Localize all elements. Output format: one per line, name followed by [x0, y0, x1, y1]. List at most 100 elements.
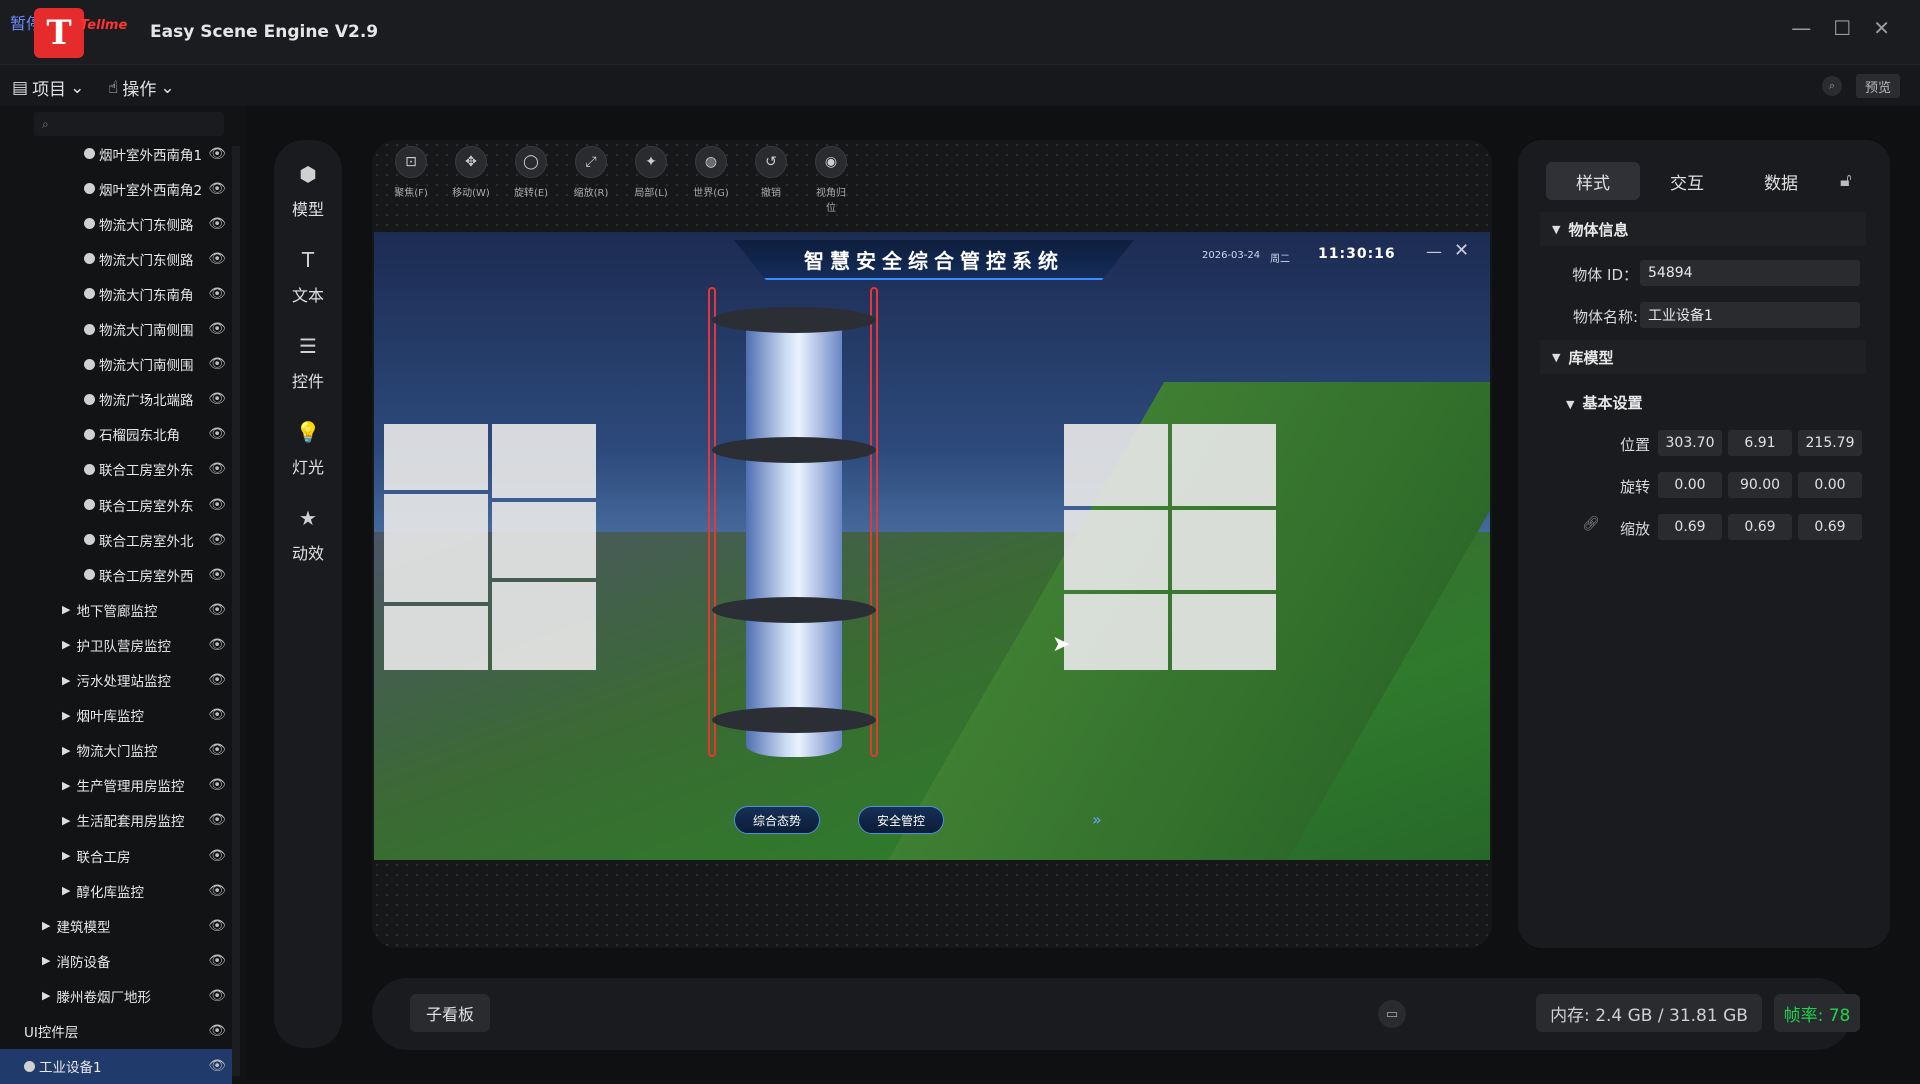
object-id-field[interactable]: 54894 [1640, 260, 1860, 286]
sidebar-scrollbar[interactable] [232, 146, 240, 1076]
position-x-field[interactable]: 303.70 [1658, 430, 1722, 456]
tree-item[interactable]: 石榴园东北角 👁︎ [0, 417, 232, 452]
expand-arrow-icon[interactable]: ▶ [62, 849, 70, 862]
close-icon[interactable]: ✕ [1873, 16, 1890, 40]
expand-arrow-icon[interactable]: ▶ [62, 603, 70, 616]
visibility-eye-icon[interactable]: 👁︎ [208, 1058, 226, 1074]
viewport-close-icon[interactable]: ✕ [1454, 240, 1469, 261]
tree-item[interactable]: ▶ 消防设备 👁︎ [0, 943, 232, 978]
transform-tool[interactable]: ◉ 视角归位 [812, 146, 850, 214]
tree-item[interactable]: 联合工房室外西 👁︎ [0, 557, 232, 592]
expand-arrow-icon[interactable]: ▶ [62, 638, 70, 651]
visibility-eye-icon[interactable]: 👁︎ [208, 953, 226, 969]
tree-item[interactable]: 烟叶室外西南角2 👁︎ [0, 171, 232, 206]
tree-item[interactable]: ▶ 联合工房 👁︎ [0, 838, 232, 873]
expand-arrow-icon[interactable]: ▶ [62, 709, 70, 722]
tab-interaction[interactable]: 交互 [1640, 162, 1734, 200]
visibility-eye-icon[interactable]: 👁︎ [208, 321, 226, 337]
visibility-eye-icon[interactable]: 👁︎ [208, 391, 226, 407]
expand-arrow-icon[interactable]: ▶ [62, 744, 70, 757]
tree-item[interactable]: ▶ 烟叶库监控 👁︎ [0, 698, 232, 733]
rotation-x-field[interactable]: 0.00 [1658, 472, 1722, 498]
minimize-icon[interactable]: — [1791, 16, 1811, 40]
visibility-eye-icon[interactable]: 👁︎ [208, 461, 226, 477]
subpanel-button[interactable]: 子看板 [410, 994, 490, 1032]
transform-tool[interactable]: ✦ 局部(L) [632, 146, 670, 214]
visibility-eye-icon[interactable]: 👁︎ [208, 812, 226, 828]
tree-item[interactable]: ▶ 生产管理用房监控 👁︎ [0, 768, 232, 803]
expand-arrow-icon[interactable]: ▶ [42, 954, 50, 967]
scale-z-field[interactable]: 0.69 [1798, 514, 1862, 540]
rotation-z-field[interactable]: 0.00 [1798, 472, 1862, 498]
visibility-eye-icon[interactable]: 👁︎ [208, 181, 226, 197]
screen-icon[interactable]: ▭ [1378, 1000, 1406, 1028]
maximize-icon[interactable]: ☐ [1833, 16, 1851, 40]
industrial-equipment-model[interactable] [704, 287, 884, 777]
visibility-eye-icon[interactable]: 👁︎ [208, 742, 226, 758]
visibility-eye-icon[interactable]: 👁︎ [208, 637, 226, 653]
visibility-eye-icon[interactable]: 👁︎ [208, 426, 226, 442]
visibility-eye-icon[interactable]: 👁︎ [208, 532, 226, 548]
transform-tool[interactable]: ↺ 撤销 [752, 146, 790, 214]
tree-item[interactable]: ▶ 地下管廊监控 👁︎ [0, 592, 232, 627]
tree-item[interactable]: 物流大门东侧路 👁︎ [0, 241, 232, 276]
visibility-eye-icon[interactable]: 👁︎ [208, 672, 226, 688]
transform-tool[interactable]: ⊡ 聚焦(F) [392, 146, 430, 214]
section-library-model[interactable]: ▼ 库模型 [1540, 340, 1866, 374]
expand-arrow-icon[interactable]: ▶ [62, 674, 70, 687]
tree-item[interactable]: 工业设备1 👁︎ [0, 1048, 232, 1084]
visibility-eye-icon[interactable]: 👁︎ [208, 251, 226, 267]
transform-tool[interactable]: ⤢ 缩放(R) [572, 146, 610, 214]
visibility-eye-icon[interactable]: 👁︎ [208, 567, 226, 583]
next-arrow-icon[interactable]: » [1092, 810, 1102, 829]
tool-model[interactable]: ⬢ 模型 [274, 162, 342, 220]
visibility-eye-icon[interactable]: 👁︎ [208, 918, 226, 934]
scene-viewport[interactable]: 智慧安全综合管控系统 2026-03-24 周二 11:30:16 — ✕ « … [374, 232, 1490, 860]
tree-item[interactable]: ▶ 生活配套用房监控 👁︎ [0, 803, 232, 838]
tab-safety-control[interactable]: 安全管控 [858, 806, 944, 834]
visibility-eye-icon[interactable]: 👁︎ [208, 146, 226, 162]
object-name-field[interactable]: 工业设备1 [1640, 302, 1860, 328]
rotation-y-field[interactable]: 90.00 [1728, 472, 1792, 498]
tree-item[interactable]: 联合工房室外北 👁︎ [0, 522, 232, 557]
visibility-eye-icon[interactable]: 👁︎ [208, 497, 226, 513]
menu-operate[interactable]: ☝ 操作 ⌄ [108, 75, 175, 101]
visibility-eye-icon[interactable]: 👁︎ [208, 883, 226, 899]
tree-search-input[interactable]: ⌕ [34, 112, 224, 136]
visibility-eye-icon[interactable]: 👁︎ [208, 777, 226, 793]
expand-arrow-icon[interactable]: ▶ [42, 989, 50, 1002]
tool-widget[interactable]: ☰ 控件 [274, 334, 342, 392]
section-object-info[interactable]: ▼ 物体信息 [1540, 212, 1866, 246]
position-y-field[interactable]: 6.91 [1728, 430, 1792, 456]
expand-arrow-icon[interactable]: ▶ [62, 814, 70, 827]
tree-item[interactable]: 联合工房室外东 👁︎ [0, 452, 232, 487]
transform-tool[interactable]: ◍ 世界(G) [692, 146, 730, 214]
preview-button[interactable]: 预览 [1856, 74, 1900, 98]
tab-overview[interactable]: 综合态势 [734, 806, 820, 834]
visibility-eye-icon[interactable]: 👁︎ [208, 1023, 226, 1039]
tree-item[interactable]: ▶ 护卫队营房监控 👁︎ [0, 627, 232, 662]
section-basic-settings[interactable]: ▼ 基本设置 [1566, 392, 1642, 413]
tree-item[interactable]: 物流大门东侧路 👁︎ [0, 206, 232, 241]
visibility-eye-icon[interactable]: 👁︎ [208, 356, 226, 372]
tree-item[interactable]: 物流大门南侧围 👁︎ [0, 347, 232, 382]
transform-tool[interactable]: ◯ 旋转(E) [512, 146, 550, 214]
expand-arrow-icon[interactable]: ▶ [62, 779, 70, 792]
visibility-eye-icon[interactable]: 👁︎ [208, 286, 226, 302]
viewport-minimize-icon[interactable]: — [1426, 242, 1442, 261]
tool-effect[interactable]: ★ 动效 [274, 506, 342, 564]
expand-arrow-icon[interactable]: ▶ [62, 884, 70, 897]
tree-item[interactable]: ▶ 物流大门监控 👁︎ [0, 733, 232, 768]
tool-light[interactable]: 💡 灯光 [274, 420, 342, 478]
tree-item[interactable]: 联合工房室外东 👁︎ [0, 487, 232, 522]
tree-item[interactable]: 物流大门南侧围 👁︎ [0, 312, 232, 347]
tree-item[interactable]: 烟叶室外西南角1 👁︎ [0, 136, 232, 171]
tool-text[interactable]: T 文本 [274, 248, 342, 306]
tree-item[interactable]: ▶ 滕州卷烟厂地形 👁︎ [0, 978, 232, 1013]
lock-icon[interactable]: 🔓︎ [1840, 170, 1852, 191]
tree-item[interactable]: ▶ 醇化库监控 👁︎ [0, 873, 232, 908]
visibility-eye-icon[interactable]: 👁︎ [208, 216, 226, 232]
tree-item[interactable]: UI控件层 👁︎ [0, 1014, 232, 1049]
tab-data[interactable]: 数据 [1734, 162, 1828, 200]
position-z-field[interactable]: 215.79 [1798, 430, 1862, 456]
